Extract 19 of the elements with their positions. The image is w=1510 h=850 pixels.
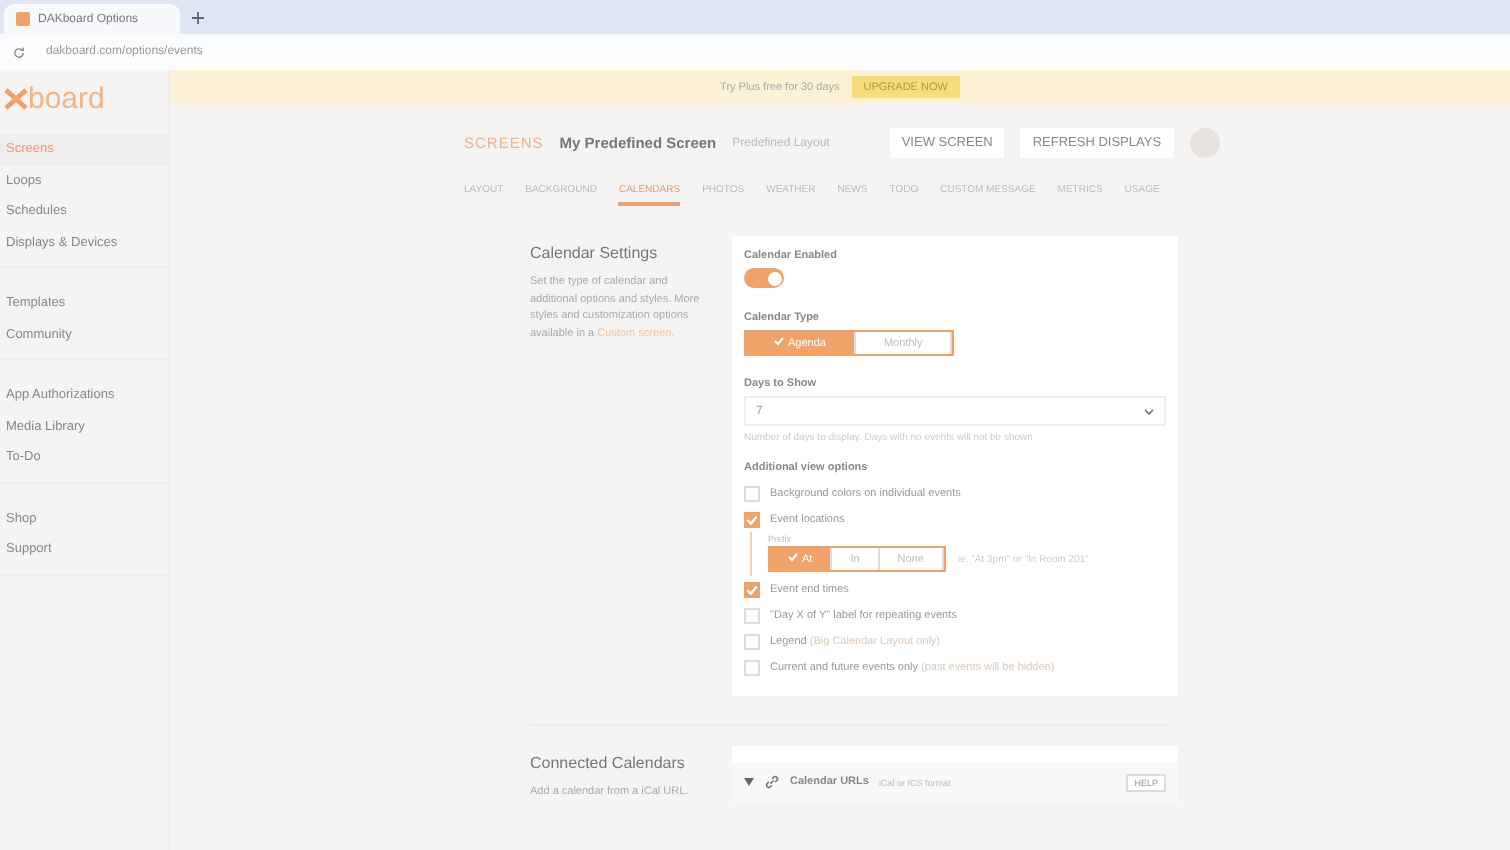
chevron-down-icon [1144,407,1154,415]
section-title: Connected Calendars [530,754,687,772]
favicon-icon [16,12,30,26]
new-tab-icon[interactable] [192,12,204,24]
reload-icon[interactable] [12,45,26,59]
checkbox[interactable] [744,633,760,649]
enabled-toggle[interactable] [744,268,784,288]
caret-icon [744,778,754,786]
check-icon [774,336,784,346]
checkbox[interactable] [744,485,760,501]
checkbox[interactable] [744,581,760,597]
checkbox[interactable] [744,511,760,527]
section-title: Calendar Settings [530,244,660,262]
checkbox[interactable] [744,659,760,675]
logo-mark-icon [4,87,28,109]
check-icon [788,552,798,562]
link-icon [764,774,780,790]
checkbox[interactable] [744,607,760,623]
logo-text: board [28,81,105,115]
